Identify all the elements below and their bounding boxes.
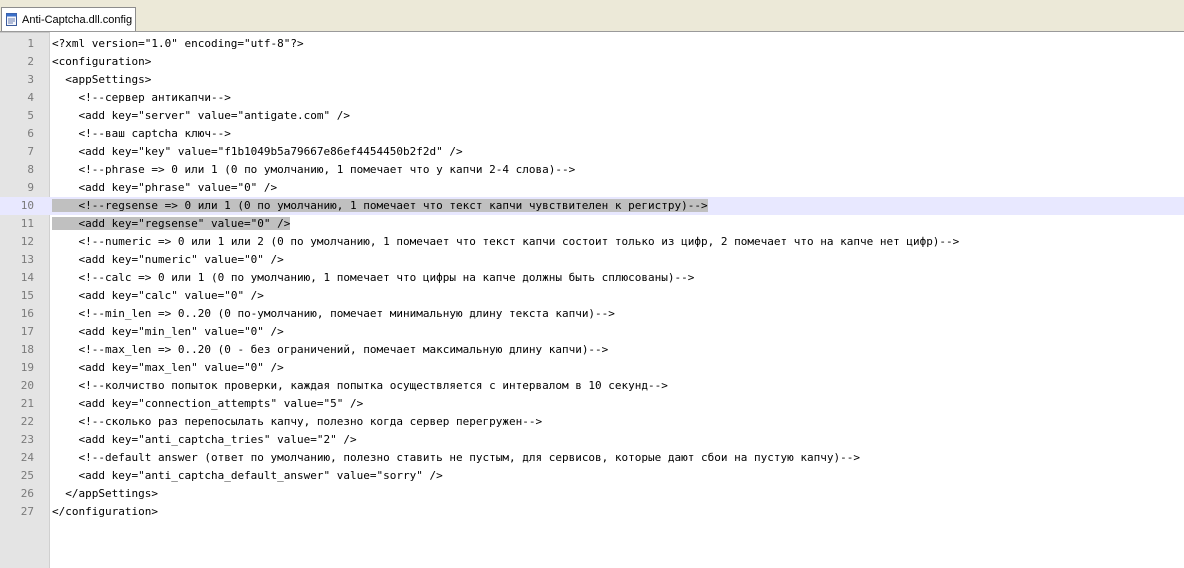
- line-text[interactable]: <add key="min_len" value="0" />: [52, 323, 284, 341]
- code-line[interactable]: 2 <configuration>: [0, 53, 1184, 71]
- line-number: 11: [20, 217, 34, 230]
- code-line[interactable]: 13 <add key="numeric" value="0" />: [0, 251, 1184, 269]
- line-text[interactable]: </configuration>: [52, 503, 158, 521]
- line-number: 2: [27, 55, 34, 68]
- line-text[interactable]: <!--numeric => 0 или 1 или 2 (0 по умолч…: [52, 233, 960, 251]
- code-editor[interactable]: 1 <?xml version="1.0" encoding="utf-8"?> …: [0, 32, 1184, 568]
- line-text[interactable]: <appSettings>: [52, 71, 151, 89]
- line-number: 15: [20, 289, 34, 302]
- line-number: 18: [20, 343, 34, 356]
- code-line[interactable]: 24 <!--default answer (ответ по умолчани…: [0, 449, 1184, 467]
- code-line[interactable]: 6 <!--ваш captcha ключ-->: [0, 125, 1184, 143]
- code-line[interactable]: 14 <!--calc => 0 или 1 (0 по умолчанию, …: [0, 269, 1184, 287]
- code-line[interactable]: 1 <?xml version="1.0" encoding="utf-8"?>: [0, 35, 1184, 53]
- editor-window: Anti-Captcha.dll.config 1 <?xml version="…: [0, 0, 1184, 568]
- code-line[interactable]: 19 <add key="max_len" value="0" />: [0, 359, 1184, 377]
- line-number: 6: [27, 127, 34, 140]
- line-text[interactable]: <add key="server" value="antigate.com" /…: [52, 107, 351, 125]
- line-number: 1: [27, 37, 34, 50]
- line-number: 23: [20, 433, 34, 446]
- line-number: 24: [20, 451, 34, 464]
- line-text[interactable]: <!--phrase => 0 или 1 (0 по умолчанию, 1…: [52, 161, 576, 179]
- code-line[interactable]: 23 <add key="anti_captcha_tries" value="…: [0, 431, 1184, 449]
- code-line[interactable]: 22 <!--сколько раз перепосылать капчу, п…: [0, 413, 1184, 431]
- line-text[interactable]: <!--колчиство попыток проверки, каждая п…: [52, 377, 668, 395]
- line-text[interactable]: <add key="anti_captcha_default_answer" v…: [52, 467, 443, 485]
- line-text[interactable]: <add key="phrase" value="0" />: [52, 179, 278, 197]
- line-text[interactable]: <!--сколько раз перепосылать капчу, поле…: [52, 413, 543, 431]
- line-number: 12: [20, 235, 34, 248]
- tab-bar: Anti-Captcha.dll.config: [0, 0, 1184, 32]
- line-number: 14: [20, 271, 34, 284]
- line-number: 22: [20, 415, 34, 428]
- line-text-selected[interactable]: <add key="regsense" value="0" />: [52, 215, 291, 233]
- line-text[interactable]: <!--min_len => 0..20 (0 по-умолчанию, по…: [52, 305, 615, 323]
- line-number: 13: [20, 253, 34, 266]
- line-number: 17: [20, 325, 34, 338]
- line-text[interactable]: <add key="max_len" value="0" />: [52, 359, 284, 377]
- line-number: 3: [27, 73, 34, 86]
- line-text[interactable]: <add key="key" value="f1b1049b5a79667e86…: [52, 143, 463, 161]
- line-text[interactable]: <add key="anti_captcha_tries" value="2" …: [52, 431, 357, 449]
- code-line[interactable]: 9 <add key="phrase" value="0" />: [0, 179, 1184, 197]
- line-number: 19: [20, 361, 34, 374]
- line-number: 4: [27, 91, 34, 104]
- code-line[interactable]: 15 <add key="calc" value="0" />: [0, 287, 1184, 305]
- line-number: 9: [27, 181, 34, 194]
- code-line[interactable]: 11 <add key="regsense" value="0" />: [0, 215, 1184, 233]
- line-number: 10: [20, 199, 34, 212]
- code-line[interactable]: 16 <!--min_len => 0..20 (0 по-умолчанию,…: [0, 305, 1184, 323]
- line-text[interactable]: <!--calc => 0 или 1 (0 по умолчанию, 1 п…: [52, 269, 695, 287]
- line-number: 7: [27, 145, 34, 158]
- code-line[interactable]: 17 <add key="min_len" value="0" />: [0, 323, 1184, 341]
- code-line-current[interactable]: 10 <!--regsense => 0 или 1 (0 по умолчан…: [0, 197, 1184, 215]
- line-number: 20: [20, 379, 34, 392]
- code-line[interactable]: 12 <!--numeric => 0 или 1 или 2 (0 по ум…: [0, 233, 1184, 251]
- line-number: 16: [20, 307, 34, 320]
- line-number: 5: [27, 109, 34, 122]
- code-line[interactable]: 21 <add key="connection_attempts" value=…: [0, 395, 1184, 413]
- code-line[interactable]: 4 <!--сервер антикапчи-->: [0, 89, 1184, 107]
- line-text[interactable]: </appSettings>: [52, 485, 158, 503]
- code-line[interactable]: 18 <!--max_len => 0..20 (0 - без огранич…: [0, 341, 1184, 359]
- line-text[interactable]: <add key="calc" value="0" />: [52, 287, 264, 305]
- tab-anti-captcha-config[interactable]: Anti-Captcha.dll.config: [1, 7, 136, 31]
- line-number: 27: [20, 505, 34, 518]
- code-line[interactable]: 8 <!--phrase => 0 или 1 (0 по умолчанию,…: [0, 161, 1184, 179]
- line-text[interactable]: <configuration>: [52, 53, 151, 71]
- line-text[interactable]: <add key="numeric" value="0" />: [52, 251, 284, 269]
- line-number: 8: [27, 163, 34, 176]
- line-text[interactable]: <add key="connection_attempts" value="5"…: [52, 395, 364, 413]
- line-text[interactable]: <?xml version="1.0" encoding="utf-8"?>: [52, 35, 304, 53]
- line-text[interactable]: <!--max_len => 0..20 (0 - без ограничени…: [52, 341, 609, 359]
- code-line[interactable]: 5 <add key="server" value="antigate.com"…: [0, 107, 1184, 125]
- code-line[interactable]: 27 </configuration>: [0, 503, 1184, 521]
- line-text-selected[interactable]: <!--regsense => 0 или 1 (0 по умолчанию,…: [52, 197, 708, 215]
- line-text[interactable]: <!--default answer (ответ по умолчанию, …: [52, 449, 860, 467]
- line-text[interactable]: <!--ваш captcha ключ-->: [52, 125, 231, 143]
- code-line[interactable]: 20 <!--колчиство попыток проверки, кажда…: [0, 377, 1184, 395]
- code-line[interactable]: 3 <appSettings>: [0, 71, 1184, 89]
- line-number: 21: [20, 397, 34, 410]
- code-lines: 1 <?xml version="1.0" encoding="utf-8"?> …: [0, 35, 1184, 521]
- tab-label: Anti-Captcha.dll.config: [22, 13, 133, 26]
- line-number: 25: [20, 469, 34, 482]
- line-text[interactable]: <!--сервер антикапчи-->: [52, 89, 231, 107]
- line-number: 26: [20, 487, 34, 500]
- code-line[interactable]: 25 <add key="anti_captcha_default_answer…: [0, 467, 1184, 485]
- code-line[interactable]: 26 </appSettings>: [0, 485, 1184, 503]
- code-line[interactable]: 7 <add key="key" value="f1b1049b5a79667e…: [0, 143, 1184, 161]
- xml-file-icon: [6, 13, 17, 26]
